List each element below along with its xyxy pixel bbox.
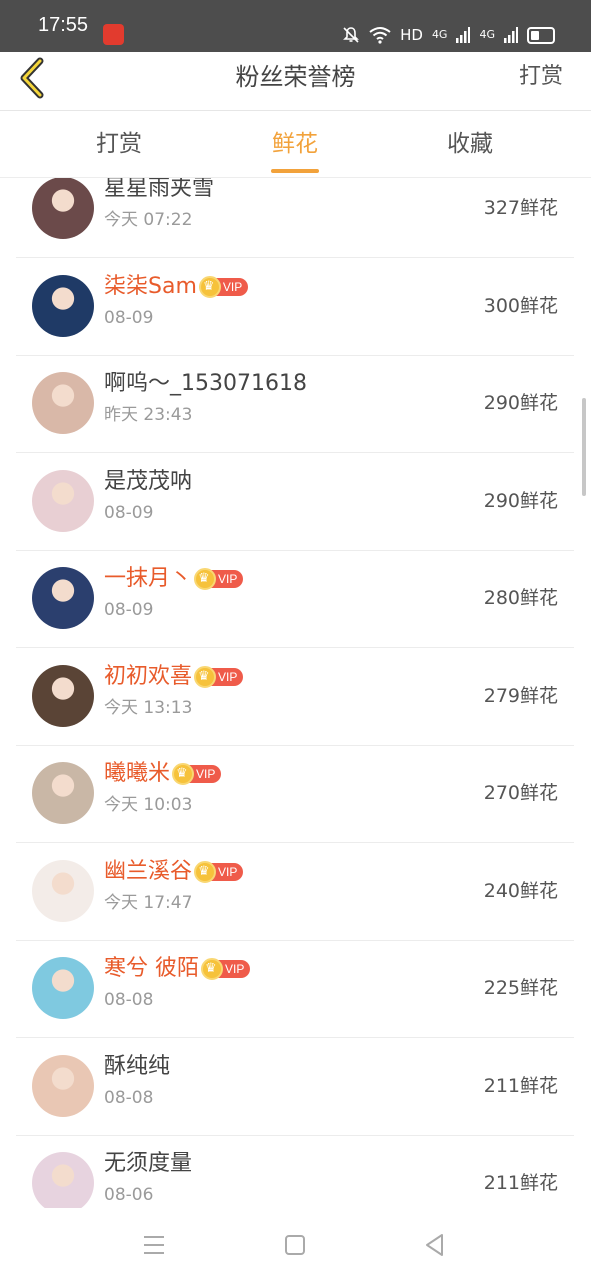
- avatar[interactable]: [32, 1152, 94, 1208]
- mute-bell-icon: [343, 27, 360, 43]
- signal-icon: [456, 27, 471, 43]
- fan-time: 今天 10:03: [104, 795, 193, 815]
- fan-time: 今天 13:13: [104, 697, 193, 718]
- fan-time: 今天 07:22: [104, 210, 193, 230]
- fan-row[interactable]: 初初欢喜VIP 今天 13:13 279鲜花: [16, 648, 574, 746]
- fan-name[interactable]: 幽兰溪谷: [104, 857, 192, 887]
- fan-time: 08-06: [104, 1185, 154, 1205]
- sim2-label: 4G: [479, 28, 495, 41]
- back-triangle-icon[interactable]: [418, 1228, 452, 1262]
- battery-icon: [527, 26, 555, 44]
- fan-name-wrap: 酥纯纯: [104, 1052, 170, 1082]
- avatar[interactable]: [32, 178, 94, 239]
- crown-icon: [201, 958, 223, 980]
- fan-name-wrap: 无须度量: [104, 1149, 192, 1179]
- page-title: 粉丝荣誉榜: [235, 63, 356, 91]
- flower-count: 290鲜花: [483, 392, 558, 414]
- flower-count: 211鲜花: [483, 1172, 558, 1194]
- tab-reward[interactable]: 打赏: [96, 127, 142, 161]
- fan-name-wrap: 幽兰溪谷VIP: [104, 857, 244, 887]
- fan-name-wrap: 啊呜～_153071618: [104, 369, 307, 399]
- active-tab-indicator: [271, 169, 319, 173]
- status-icons: HD 4G 4G: [342, 24, 555, 46]
- signal-icon: [504, 27, 518, 43]
- tab-favorites[interactable]: 收藏: [447, 127, 493, 161]
- fan-name[interactable]: 曦曦米: [104, 759, 170, 789]
- avatar[interactable]: [32, 469, 94, 532]
- avatar[interactable]: [32, 957, 94, 1019]
- fan-time: 08-08: [104, 990, 154, 1010]
- flower-count: 280鲜花: [483, 587, 558, 609]
- app-notification-icon: [103, 24, 124, 45]
- fan-row[interactable]: 柒柒SamVIP 08-09 300鲜花: [16, 258, 574, 356]
- avatar[interactable]: [32, 1054, 94, 1117]
- crown-icon: [194, 568, 217, 590]
- app-bar: 粉丝荣誉榜 打赏: [0, 52, 591, 111]
- fan-row[interactable]: 一抹月丶VIP 08-09 280鲜花: [16, 550, 574, 648]
- fan-row[interactable]: 是茂茂呐 08-09 290鲜花: [16, 453, 574, 551]
- fan-name-wrap: 是茂茂呐: [104, 467, 192, 497]
- menu-icon[interactable]: [137, 1228, 171, 1262]
- system-nav-bar: [0, 1208, 591, 1280]
- fan-name[interactable]: 啊呜～_153071618: [104, 369, 307, 399]
- fan-name[interactable]: 寒兮 彼陌: [104, 954, 199, 984]
- status-time: 17:55: [38, 14, 89, 36]
- fan-row[interactable]: 寒兮 彼陌VIP 08-08 225鲜花: [16, 940, 574, 1038]
- fan-name[interactable]: 一抹月丶: [104, 564, 192, 594]
- crown-icon: [172, 763, 195, 785]
- fan-name-wrap: 寒兮 彼陌VIP: [104, 954, 251, 984]
- fan-name[interactable]: 初初欢喜: [104, 662, 192, 692]
- avatar[interactable]: [32, 664, 94, 727]
- fan-time: 08-08: [104, 1087, 154, 1108]
- fan-name-wrap: 初初欢喜VIP: [104, 662, 244, 692]
- fan-name[interactable]: 是茂茂呐: [104, 467, 192, 497]
- fan-name[interactable]: 无须度量: [104, 1149, 192, 1179]
- fan-row[interactable]: 啊呜～_153071618 昨天 23:43 290鲜花: [16, 355, 574, 453]
- avatar[interactable]: [32, 859, 94, 922]
- avatar[interactable]: [32, 567, 94, 629]
- flower-count: 240鲜花: [483, 879, 558, 902]
- flower-count: 225鲜花: [483, 977, 558, 999]
- fan-row[interactable]: 曦曦米VIP 今天 10:03 270鲜花: [16, 745, 574, 843]
- fan-row[interactable]: 无须度量 08-06 211鲜花: [16, 1135, 574, 1208]
- fan-name[interactable]: 柒柒Sam: [104, 272, 197, 302]
- fan-row[interactable]: 酥纯纯 08-08 211鲜花: [16, 1038, 574, 1136]
- hd-label: HD: [400, 26, 423, 44]
- fan-row[interactable]: 星星雨夹雪今天 07:22 327鲜花: [16, 178, 574, 258]
- fan-name[interactable]: 星星雨夹雪: [104, 178, 214, 204]
- avatar[interactable]: [32, 274, 94, 337]
- fan-name-wrap: 曦曦米VIP: [104, 759, 222, 789]
- home-square-icon[interactable]: [278, 1228, 312, 1262]
- fan-time: 昨天 23:43: [104, 405, 193, 425]
- crown-icon: [198, 275, 221, 298]
- flower-count: 290鲜花: [483, 489, 558, 512]
- scrollbar[interactable]: [582, 398, 586, 496]
- flower-count: 327鲜花: [483, 197, 558, 219]
- fan-name-wrap: 柒柒SamVIP: [104, 272, 249, 302]
- flower-count: 270鲜花: [483, 782, 558, 804]
- fan-name[interactable]: 酥纯纯: [104, 1052, 170, 1082]
- flower-count: 211鲜花: [483, 1074, 558, 1097]
- flower-count: 279鲜花: [483, 684, 558, 707]
- sim1-label: 4G: [431, 28, 448, 41]
- fan-list[interactable]: 星星雨夹雪今天 07:22 327鲜花柒柒SamVIP 08-09 300鲜花啊呜～_…: [0, 178, 591, 1208]
- fan-name-wrap: 一抹月丶VIP: [104, 564, 244, 594]
- fan-name-wrap: 星星雨夹雪: [104, 178, 214, 204]
- avatar[interactable]: [32, 762, 94, 824]
- fan-time: 08-09: [104, 502, 154, 523]
- fan-time: 08-09: [104, 307, 154, 328]
- fan-time: 今天 17:47: [104, 892, 193, 913]
- reward-button[interactable]: 打赏: [519, 60, 563, 94]
- tab-flowers[interactable]: 鲜花: [272, 127, 318, 161]
- status-bar: 17:55 HD 4G 4G: [0, 0, 591, 52]
- flower-count: 300鲜花: [483, 294, 558, 317]
- fan-row[interactable]: 幽兰溪谷VIP 今天 17:47 240鲜花: [16, 843, 574, 941]
- crown-icon: [194, 665, 217, 688]
- avatar[interactable]: [32, 372, 94, 434]
- fan-time: 08-09: [104, 600, 154, 620]
- wifi-icon: [369, 27, 391, 44]
- tab-bar: 打赏 鲜花 收藏: [0, 111, 591, 178]
- crown-icon: [194, 860, 217, 883]
